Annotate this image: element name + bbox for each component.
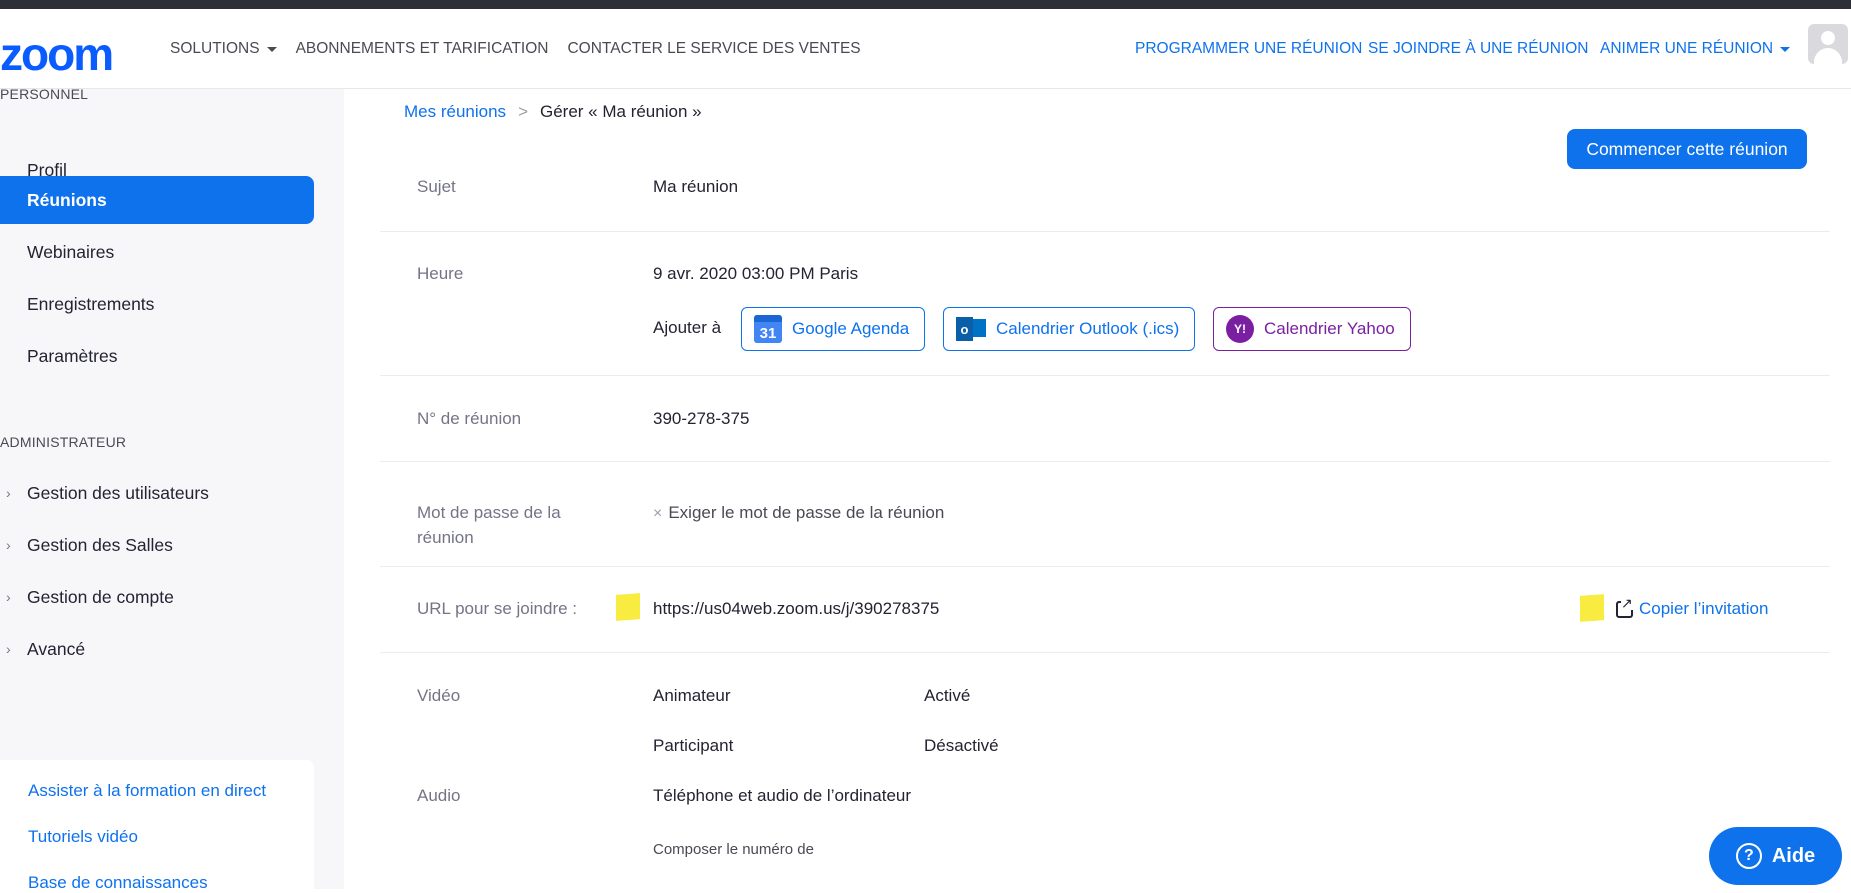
chevron-right-icon: › <box>6 641 11 657</box>
google-calendar-icon: 31 <box>754 315 782 343</box>
outlook-icon: o <box>956 315 986 343</box>
chevron-right-icon: › <box>6 589 11 605</box>
highlight-marker <box>616 593 640 621</box>
outlook-calendar-button[interactable]: o Calendrier Outlook (.ics) <box>943 307 1196 351</box>
meeting-id-label: N° de réunion <box>417 409 522 428</box>
chevron-right-icon: › <box>6 485 11 501</box>
join-url-value[interactable]: https://us04web.zoom.us/j/390278375 <box>653 599 939 619</box>
sidebar-item-settings[interactable]: Paramètres <box>0 332 314 380</box>
link-video-tutorials[interactable]: Tutoriels vidéo <box>28 827 138 847</box>
sidebar-item-account-management[interactable]: › Gestion de compte <box>0 573 314 621</box>
video-host-label: Animateur <box>653 686 731 705</box>
copy-invitation-link[interactable]: Copier l’invitation <box>1616 595 1768 619</box>
chevron-down-icon <box>1780 46 1791 52</box>
nav-pricing[interactable]: ABONNEMENTS ET TARIFICATION <box>296 40 549 58</box>
chevron-down-icon <box>266 46 277 52</box>
breadcrumb-current: Gérer « Ma réunion » <box>540 102 702 121</box>
time-label: Heure <box>417 264 464 283</box>
breadcrumb-separator: > <box>518 102 528 121</box>
subject-value: Ma réunion <box>653 177 739 196</box>
sidebar-item-room-management[interactable]: › Gestion des Salles <box>0 521 314 569</box>
subject-label: Sujet <box>417 177 456 196</box>
meeting-id-value: 390-278-375 <box>653 409 750 428</box>
password-label: Mot de passe de la réunion <box>417 503 561 547</box>
section-admin: ADMINISTRATEUR <box>0 434 127 450</box>
link-live-training[interactable]: Assister à la formation en direct <box>28 781 266 801</box>
close-icon: × <box>653 505 663 522</box>
audio-label: Audio <box>417 786 461 805</box>
sidebar-item-advanced[interactable]: › Avancé <box>0 625 314 673</box>
audio-value: Téléphone et audio de l’ordinateur <box>653 786 912 805</box>
nav-host-meeting[interactable]: ANIMER UNE RÉUNION <box>1600 40 1791 58</box>
video-participant-value: Désactivé <box>924 736 999 755</box>
time-value: 9 avr. 2020 03:00 PM Paris <box>653 264 859 283</box>
top-header: zoom SOLUTIONS ABONNEMENTS ET TARIFICATI… <box>0 9 1851 89</box>
divider <box>380 461 1830 462</box>
breadcrumb-my-meetings[interactable]: Mes réunions <box>404 102 506 122</box>
yahoo-icon: Y! <box>1226 315 1254 343</box>
zoom-logo[interactable]: zoom <box>0 31 114 77</box>
avatar[interactable] <box>1808 24 1848 64</box>
divider <box>380 566 1830 567</box>
password-value: × Exiger le mot de passe de la réunion <box>653 503 945 522</box>
sidebar-item-recordings[interactable]: Enregistrements <box>0 280 314 328</box>
divider <box>380 231 1830 232</box>
link-knowledge-base[interactable]: Base de connaissances <box>28 873 208 893</box>
video-participant-label: Participant <box>653 736 734 755</box>
nav-contact-sales[interactable]: CONTACTER LE SERVICE DES VENTES <box>567 40 860 58</box>
help-links-panel <box>0 760 314 890</box>
nav-schedule-meeting[interactable]: PROGRAMMER UNE RÉUNION <box>1135 40 1362 58</box>
start-meeting-button[interactable]: Commencer cette réunion <box>1567 129 1807 169</box>
sidebar-item-webinars[interactable]: Webinaires <box>0 228 314 276</box>
nav-solutions[interactable]: SOLUTIONS <box>170 40 277 58</box>
dial-in-label: Composer le numéro de <box>653 841 814 858</box>
chevron-right-icon: › <box>6 537 11 553</box>
yahoo-calendar-button[interactable]: Y! Calendrier Yahoo <box>1213 307 1411 351</box>
sidebar-item-meetings[interactable]: Réunions <box>0 176 314 224</box>
video-label: Vidéo <box>417 686 461 705</box>
google-calendar-button[interactable]: 31 Google Agenda <box>741 307 926 351</box>
sidebar: PERSONNEL Profil Réunions Webinaires Enr… <box>0 86 344 892</box>
nav-left: SOLUTIONS ABONNEMENTS ET TARIFICATION CO… <box>170 40 861 58</box>
add-to-label: Ajouter à <box>653 318 722 337</box>
section-personal: PERSONNEL <box>0 86 89 102</box>
share-icon <box>1616 595 1633 618</box>
breadcrumb: Mes réunions > Gérer « Ma réunion » <box>404 102 702 122</box>
join-url-label: URL pour se joindre : <box>417 599 578 618</box>
window-top-strip <box>0 0 1851 9</box>
sidebar-item-user-management[interactable]: › Gestion des utilisateurs <box>0 469 314 517</box>
nav-join-meeting[interactable]: SE JOINDRE À UNE RÉUNION <box>1368 40 1588 58</box>
question-icon: ? <box>1735 843 1762 869</box>
divider <box>380 652 1830 653</box>
highlight-marker <box>1580 594 1604 622</box>
main-content: Mes réunions > Gérer « Ma réunion » Comm… <box>344 89 1851 889</box>
video-host-value: Activé <box>924 686 971 705</box>
divider <box>380 375 1830 376</box>
help-button[interactable]: ? Aide <box>1709 827 1842 885</box>
